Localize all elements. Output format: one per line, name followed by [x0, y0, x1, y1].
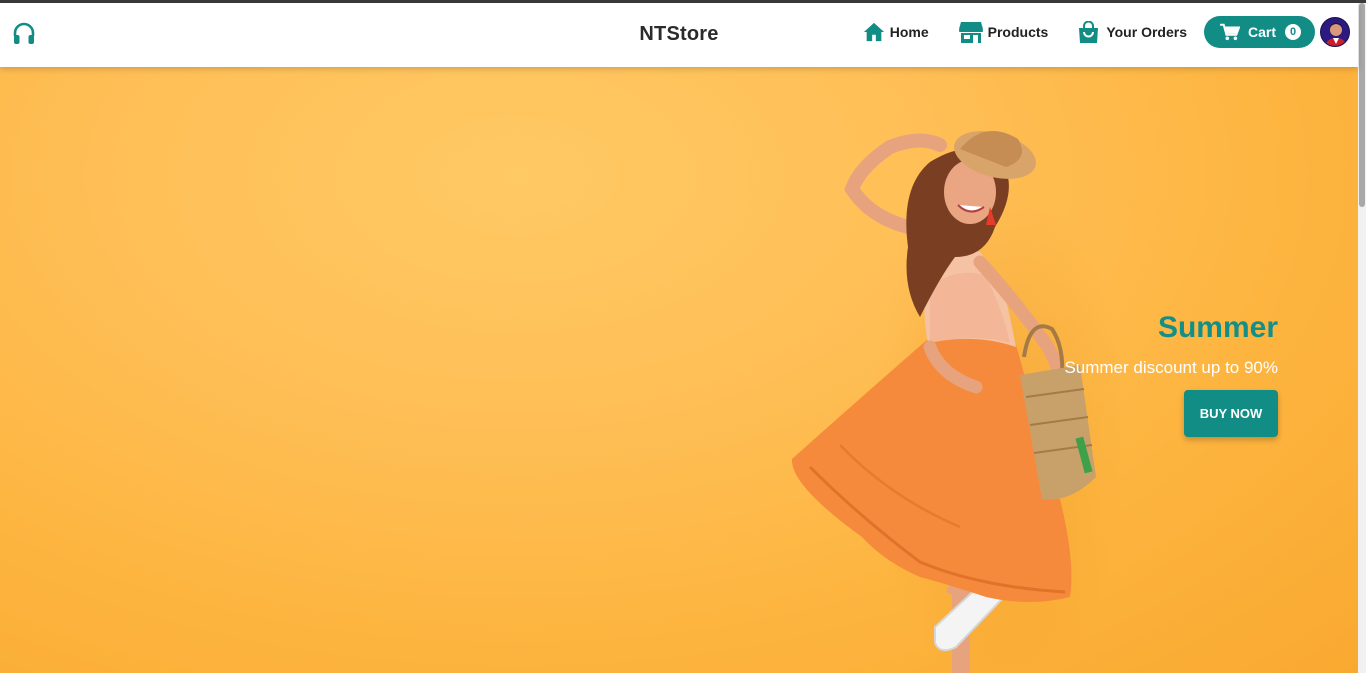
shopping-bag-icon [1079, 21, 1099, 43]
store-icon [958, 22, 983, 43]
nav-home[interactable]: Home [863, 21, 929, 43]
nav-products[interactable]: Products [958, 21, 1049, 43]
nav-home-label: Home [889, 24, 929, 40]
hero-title: Summer [1157, 311, 1278, 344]
cart-label: Cart [1247, 24, 1276, 40]
hero-text-block: Summer Summer discount up to 90% BUY NOW [1064, 311, 1278, 437]
nav-your-orders[interactable]: Your Orders [1078, 21, 1187, 43]
home-icon [863, 22, 884, 42]
user-avatar[interactable] [1320, 17, 1350, 47]
top-navbar: NTStore Home Products Your Orders Cart 0 [0, 3, 1358, 67]
nav-products-label: Products [987, 24, 1049, 40]
cart-icon [1220, 23, 1240, 41]
nav-orders-label: Your Orders [1106, 24, 1187, 40]
cart-count-badge: 0 [1285, 24, 1301, 40]
main-nav: Home Products Your Orders Cart 0 [863, 16, 1350, 48]
avatar-image [1321, 18, 1349, 46]
hero-banner: Summer Summer discount up to 90% BUY NOW [0, 67, 1358, 673]
buy-now-button[interactable]: BUY NOW [1184, 390, 1278, 437]
page-scrollbar[interactable] [1358, 3, 1366, 673]
cart-button[interactable]: Cart 0 [1203, 16, 1315, 48]
hero-subtitle: Summer discount up to 90% [1064, 358, 1278, 377]
scrollbar-thumb[interactable] [1359, 3, 1365, 207]
